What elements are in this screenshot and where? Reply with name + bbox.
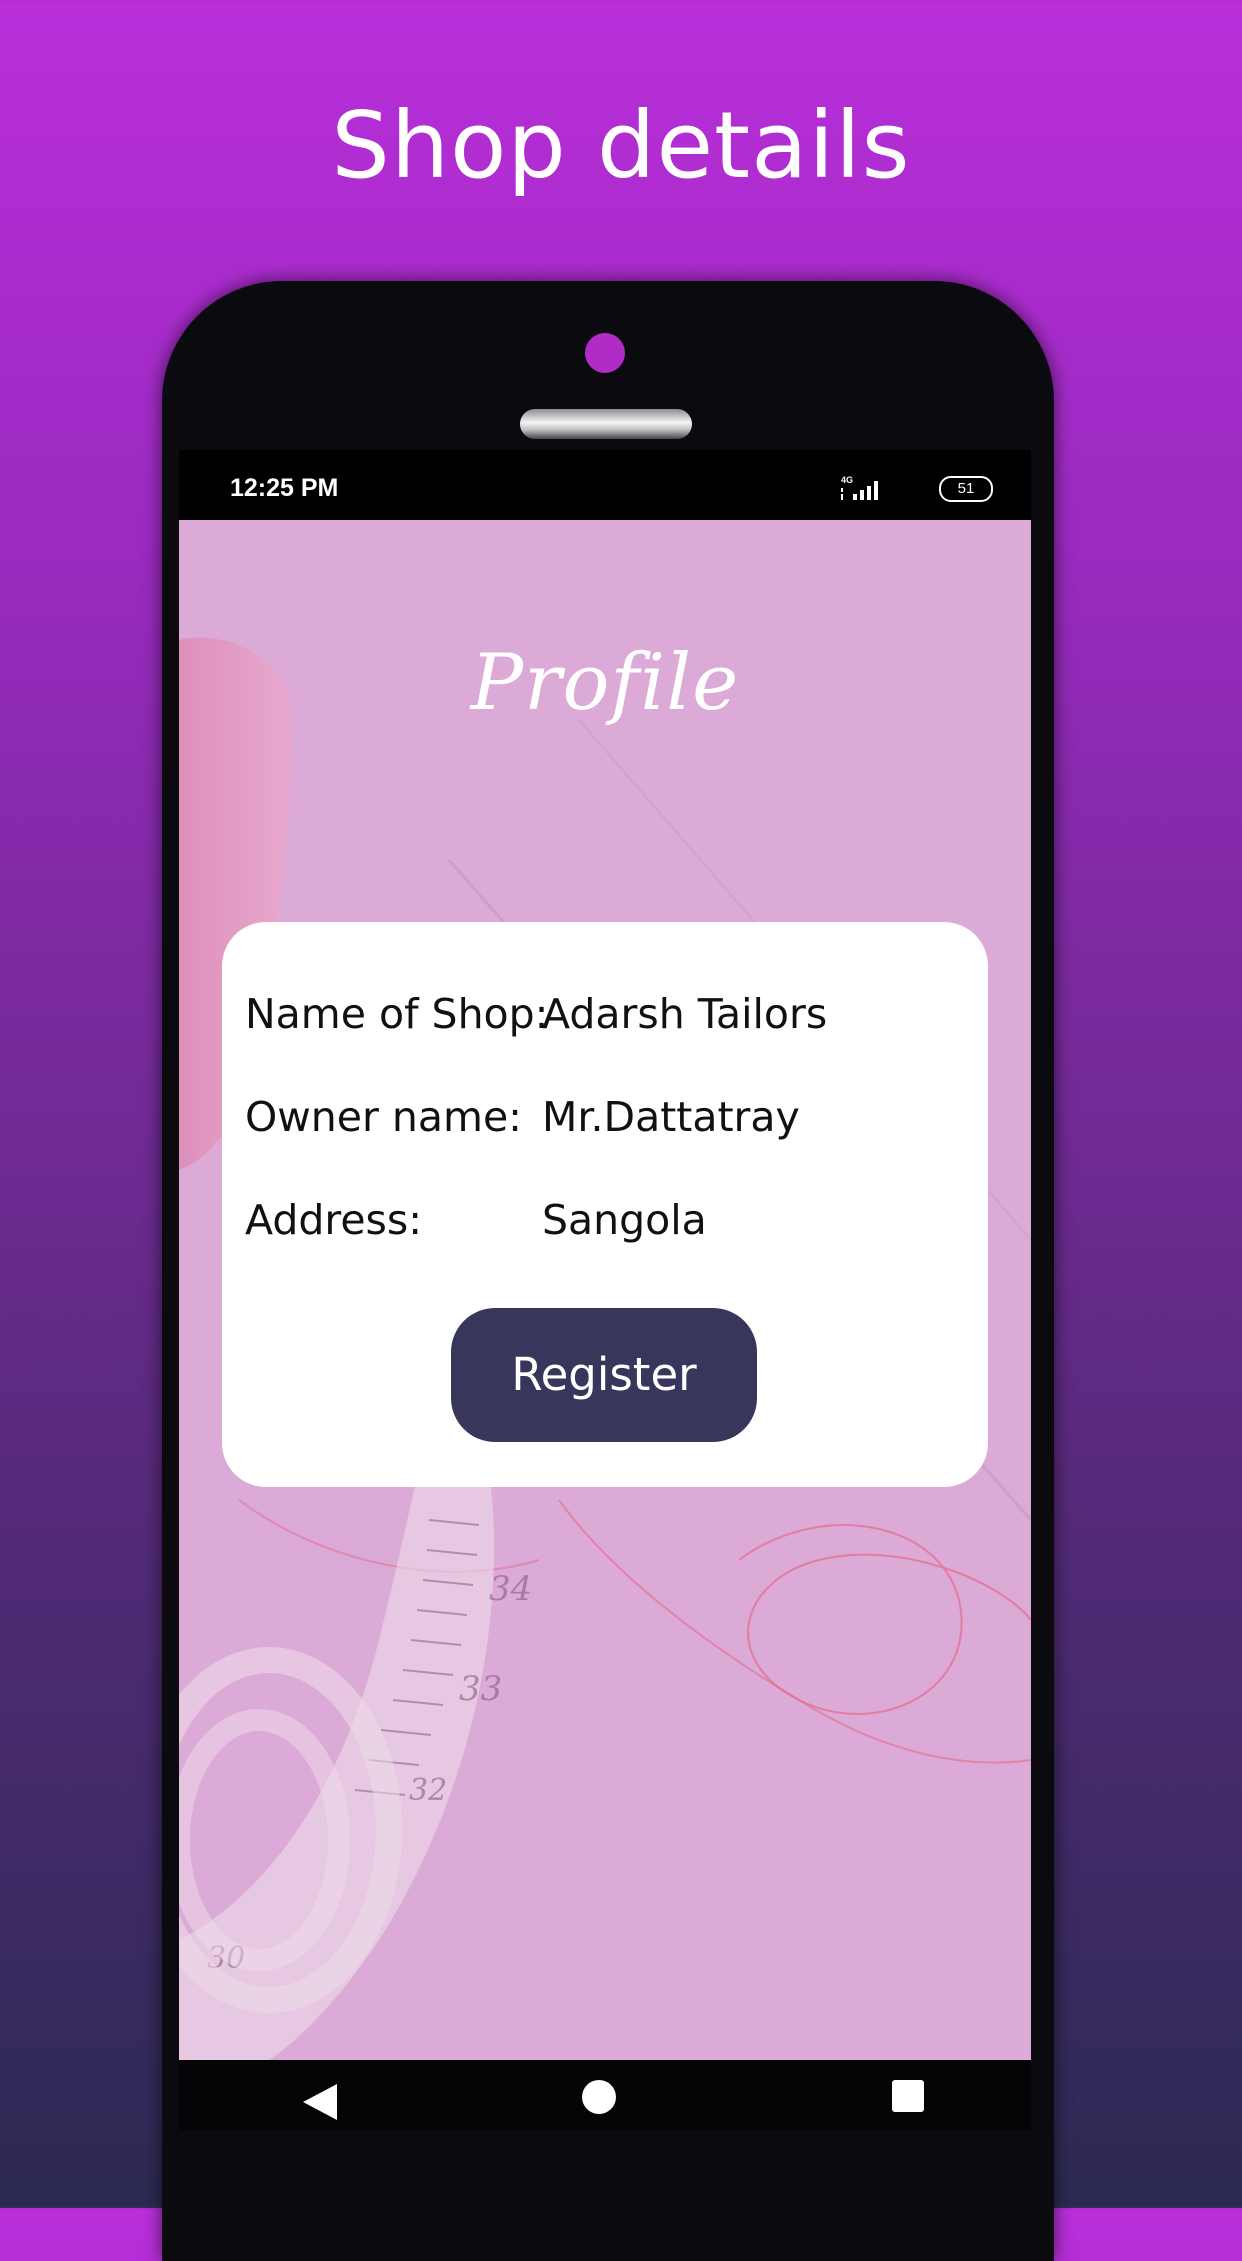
battery-icon: 51: [939, 476, 993, 502]
signal-icon: 4G: [841, 475, 878, 500]
page-title: Shop details: [331, 92, 911, 199]
address-value: Sangola: [542, 1196, 707, 1244]
owner-name-label: Owner name:: [245, 1093, 522, 1141]
app-content: 34 33 32 30 Profile Name of Shop: Adarsh…: [179, 520, 1031, 2060]
back-icon[interactable]: [301, 2082, 339, 2122]
tape-number-34: 34: [489, 1569, 532, 1609]
shop-details-card: Name of Shop: Adarsh Tailors Owner name:…: [222, 922, 988, 1487]
status-time: 12:25 PM: [230, 474, 339, 502]
tape-number-32: 32: [409, 1773, 447, 1808]
shop-name-label: Name of Shop:: [245, 990, 549, 1038]
network-type-label: 4G: [841, 475, 853, 485]
earpiece-speaker: [520, 409, 692, 439]
phone-frame: 12:25 PM 4G 51 34 33 32 30 Profile Name …: [162, 281, 1054, 2261]
tape-number-33: 33: [459, 1669, 502, 1709]
address-label: Address:: [245, 1196, 423, 1244]
profile-title: Profile: [470, 638, 740, 728]
owner-name-value: Mr.Dattatray: [542, 1093, 800, 1141]
status-bar: 12:25 PM 4G 51: [179, 450, 1031, 520]
phone-screen: 12:25 PM 4G 51 34 33 32 30 Profile Name …: [179, 450, 1031, 2130]
navigation-bar: [179, 2060, 1031, 2130]
register-button[interactable]: Register: [451, 1308, 757, 1442]
shop-name-value: Adarsh Tailors: [542, 990, 828, 1038]
front-camera: [585, 333, 625, 373]
home-icon[interactable]: [582, 2080, 616, 2114]
recent-apps-icon[interactable]: [892, 2080, 924, 2112]
